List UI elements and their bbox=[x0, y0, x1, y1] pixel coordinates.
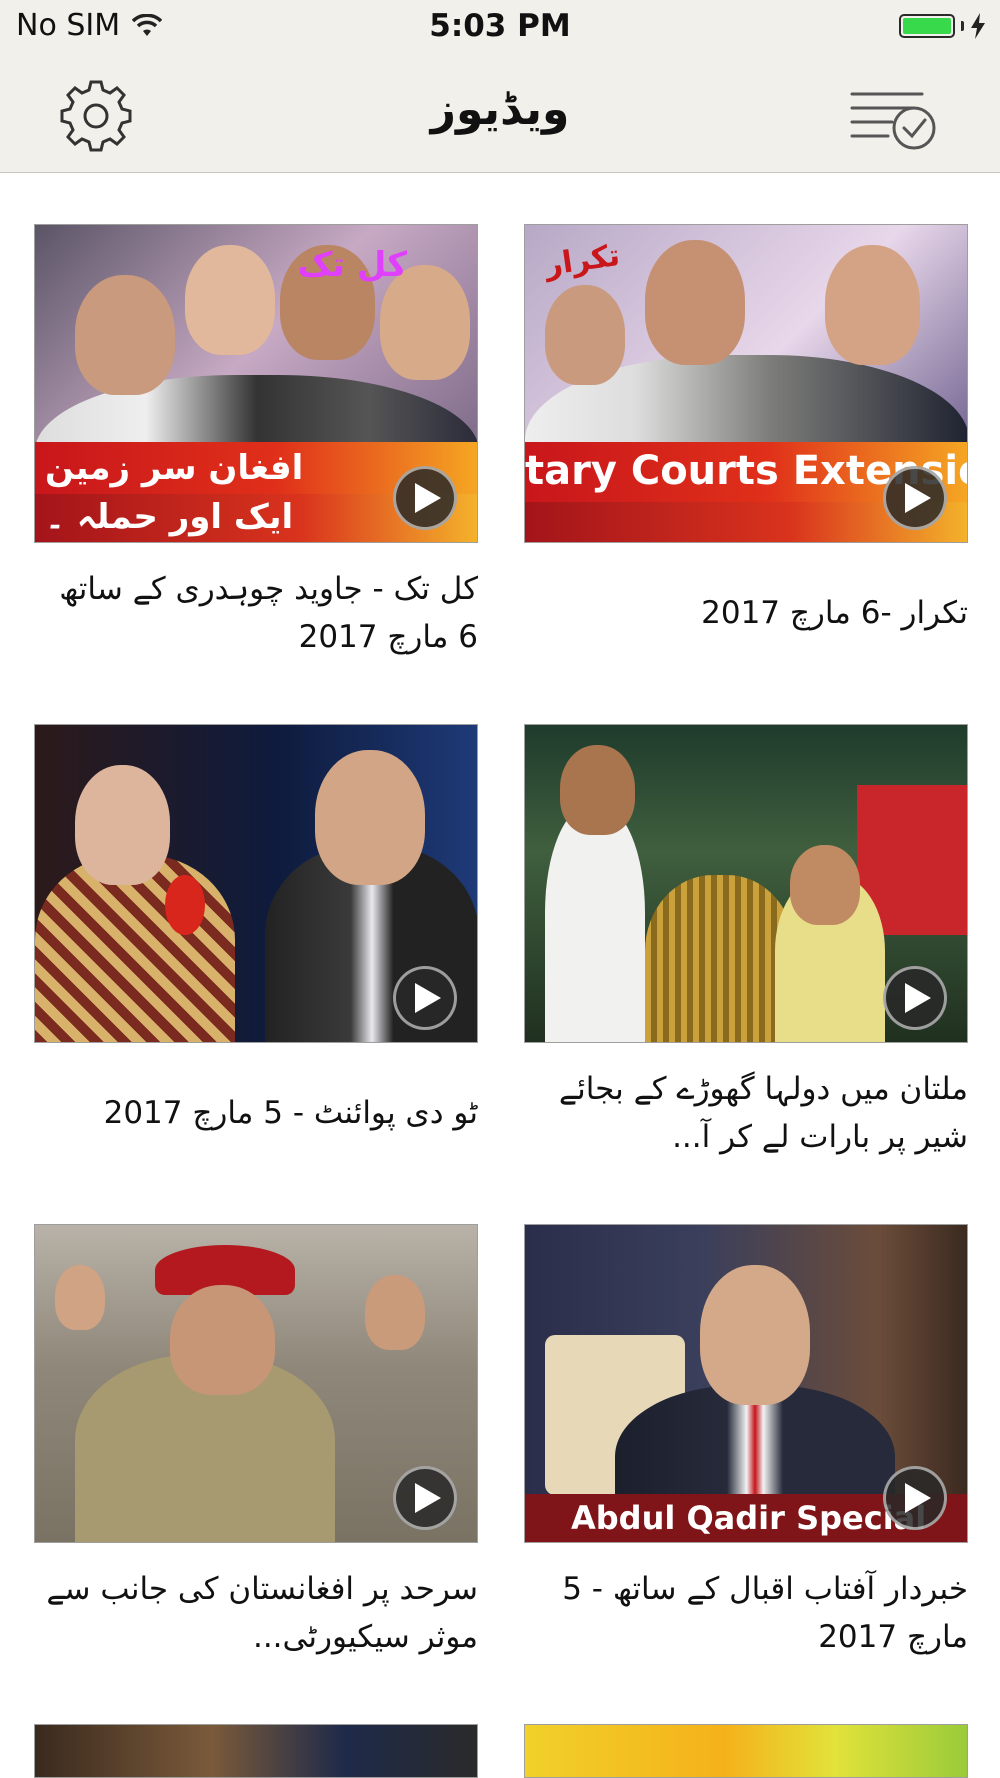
video-card[interactable]: ٹو دی پوائنٹ - 5 مارچ 2017 bbox=[34, 724, 478, 1161]
battery-indicator bbox=[899, 13, 986, 39]
play-icon bbox=[905, 483, 931, 513]
video-title[interactable]: ملتان میں دولہا گھوڑے کے بجائے شیر پر با… bbox=[524, 1065, 968, 1161]
play-button[interactable] bbox=[393, 466, 457, 530]
play-button[interactable] bbox=[883, 466, 947, 530]
video-title[interactable]: سرحد پر افغانستان کی جانب سے موثر سیکیور… bbox=[34, 1565, 478, 1661]
video-card[interactable] bbox=[34, 1724, 478, 1778]
video-title[interactable]: کل تک - جاوید چوہدری کے ساتھ 6 مارچ 2017 bbox=[34, 565, 478, 661]
video-card[interactable]: کل تک افغان سر زمین ایک اور حملہ ۔ کل تک… bbox=[34, 224, 478, 661]
video-card[interactable]: تکرار tary Courts Extensio تکرار -6 مارچ… bbox=[524, 224, 968, 661]
status-bar: No SIM 5:03 PM bbox=[0, 0, 1000, 60]
video-thumbnail[interactable] bbox=[34, 724, 478, 1043]
playlist-button[interactable] bbox=[850, 88, 940, 150]
play-button[interactable] bbox=[883, 1466, 947, 1530]
play-icon bbox=[415, 1483, 441, 1513]
video-thumbnail[interactable]: کل تک افغان سر زمین ایک اور حملہ ۔ bbox=[34, 224, 478, 543]
video-card[interactable]: سرحد پر افغانستان کی جانب سے موثر سیکیور… bbox=[34, 1224, 478, 1661]
play-button[interactable] bbox=[393, 966, 457, 1030]
video-title[interactable]: خبردار آفتاب اقبال کے ساتھ - 5 مارچ 2017 bbox=[524, 1565, 968, 1661]
play-button[interactable] bbox=[393, 1466, 457, 1530]
video-thumbnail[interactable] bbox=[524, 724, 968, 1043]
status-time: 5:03 PM bbox=[429, 8, 571, 44]
playlist-check-icon bbox=[850, 92, 936, 150]
play-icon bbox=[415, 983, 441, 1013]
play-icon bbox=[415, 483, 441, 513]
video-thumbnail[interactable] bbox=[34, 1724, 478, 1778]
video-thumbnail[interactable] bbox=[34, 1224, 478, 1543]
video-title[interactable]: تکرار -6 مارچ 2017 bbox=[524, 565, 968, 661]
battery-fill bbox=[903, 18, 951, 34]
video-card[interactable]: Abdul Qadir Special خبردار آفتاب اقبال ک… bbox=[524, 1224, 968, 1661]
show-logo: کل تک bbox=[297, 245, 407, 285]
video-title[interactable]: ٹو دی پوائنٹ - 5 مارچ 2017 bbox=[34, 1065, 478, 1161]
battery-icon bbox=[899, 14, 955, 38]
battery-tip bbox=[961, 21, 964, 31]
play-button[interactable] bbox=[883, 966, 947, 1030]
charging-bolt-icon bbox=[971, 13, 985, 39]
video-thumbnail[interactable]: Abdul Qadir Special bbox=[524, 1224, 968, 1543]
video-card[interactable]: ملتان میں دولہا گھوڑے کے بجائے شیر پر با… bbox=[524, 724, 968, 1161]
play-icon bbox=[905, 1483, 931, 1513]
nav-bar: ویڈیوز bbox=[0, 60, 1000, 173]
video-card[interactable] bbox=[524, 1724, 968, 1778]
video-thumbnail[interactable]: تکرار tary Courts Extensio bbox=[524, 224, 968, 543]
video-thumbnail[interactable] bbox=[524, 1724, 968, 1778]
play-icon bbox=[905, 983, 931, 1013]
